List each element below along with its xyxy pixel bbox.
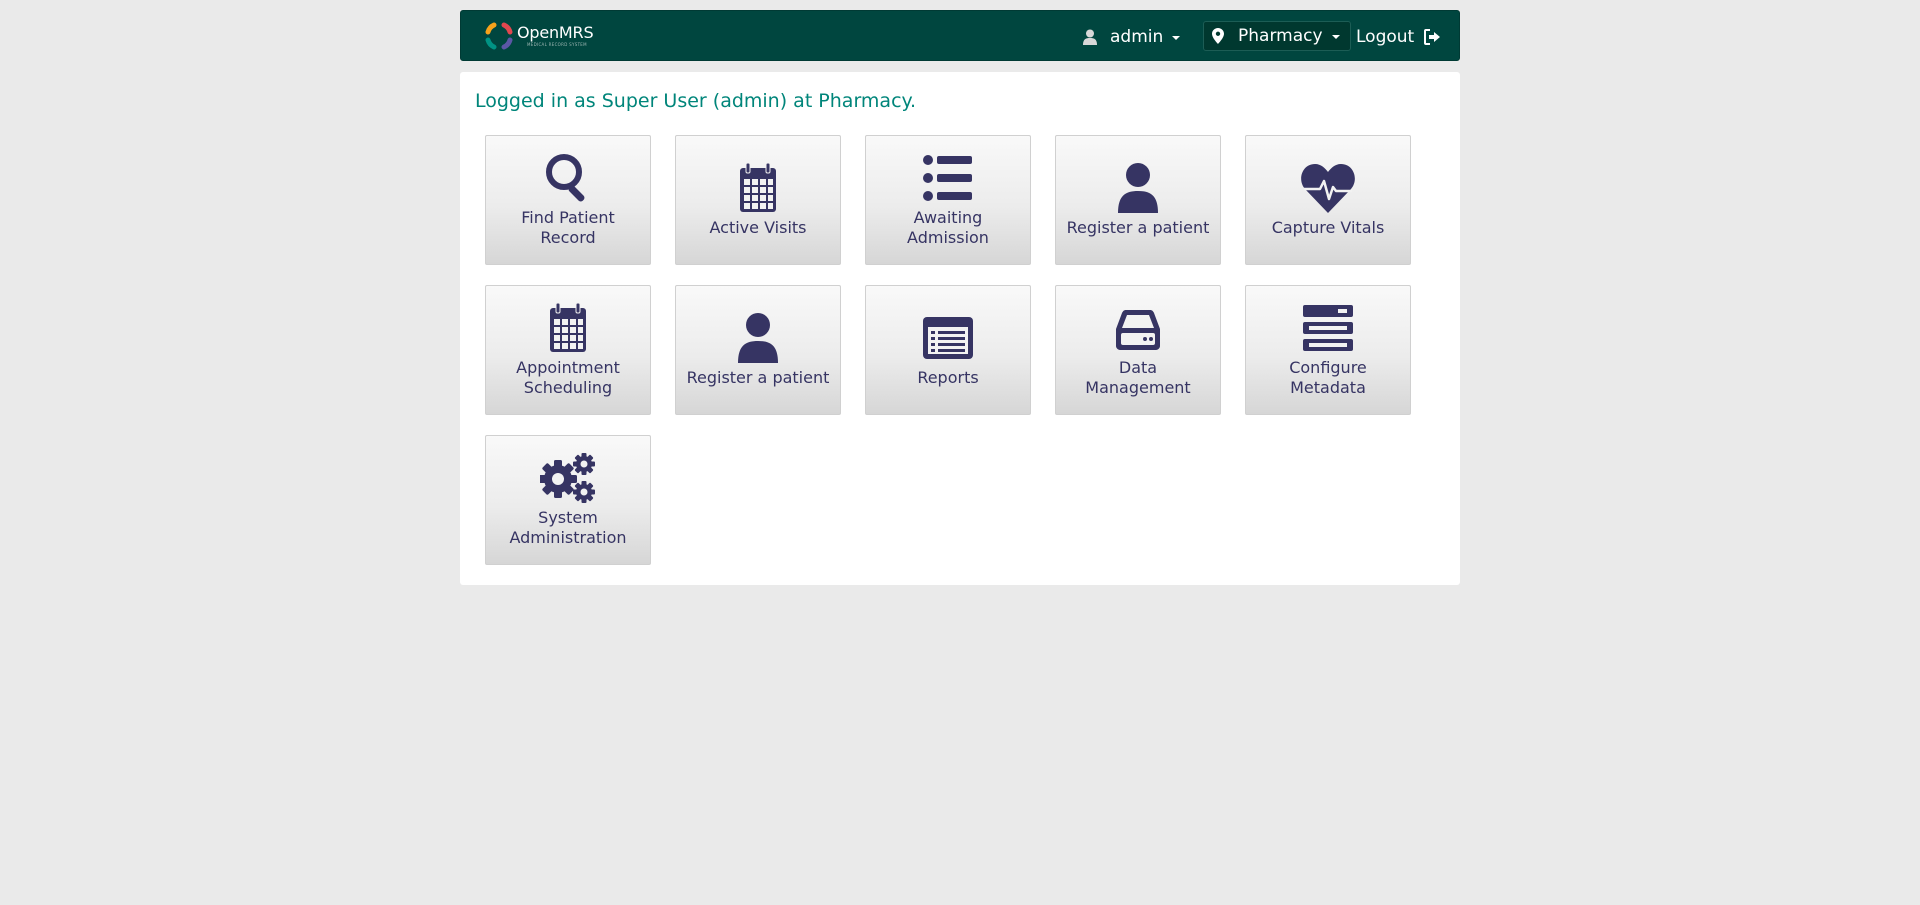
app-label: Awaiting Admission — [907, 208, 989, 247]
user-menu[interactable]: admin — [1083, 11, 1181, 62]
app-label: Data Management — [1085, 358, 1191, 397]
app-capture-vitals[interactable]: Capture Vitals — [1245, 135, 1411, 265]
gears-icon — [540, 453, 595, 503]
app-label: System Administration — [509, 508, 627, 547]
server-icon — [1303, 305, 1353, 351]
sign-out-icon — [1424, 28, 1441, 45]
app-register-patient[interactable]: Register a patient — [675, 285, 841, 415]
logout-label: Logout — [1356, 26, 1415, 47]
user-menu-label: admin — [1110, 26, 1164, 47]
chevron-down-icon — [1331, 35, 1340, 39]
search-icon — [546, 154, 585, 202]
logo-subtext: MEDICAL RECORD SYSTEM — [527, 42, 587, 47]
app-awaiting-admission[interactable]: Awaiting Admission — [865, 135, 1031, 265]
app-active-visits[interactable]: Active Visits — [675, 135, 841, 265]
logo-text: OpenMRS — [517, 23, 594, 42]
app-configure-metadata[interactable]: Configure Metadata — [1245, 285, 1411, 415]
home-content: Logged in as Super User (admin) at Pharm… — [460, 72, 1460, 585]
app-appointment-scheduling[interactable]: Appointment Scheduling — [485, 285, 651, 415]
chevron-down-icon — [1172, 35, 1181, 40]
welcome-message: Logged in as Super User (admin) at Pharm… — [475, 90, 917, 112]
user-icon — [1083, 29, 1097, 45]
top-header: OpenMRS MEDICAL RECORD SYSTEM admin Phar… — [460, 10, 1460, 61]
hard-drive-icon — [1116, 310, 1160, 350]
map-marker-icon — [1212, 28, 1224, 44]
calendar-icon — [550, 302, 586, 352]
list-icon — [923, 155, 972, 201]
app-system-administration[interactable]: System Administration — [485, 435, 651, 565]
app-label: Capture Vitals — [1271, 218, 1385, 237]
app-data-management[interactable]: Data Management — [1055, 285, 1221, 415]
calendar-icon — [740, 162, 776, 212]
app-label: Active Visits — [709, 218, 807, 237]
openmrs-logo[interactable]: OpenMRS MEDICAL RECORD SYSTEM — [485, 21, 594, 51]
report-list-icon — [923, 317, 973, 359]
app-reports[interactable]: Reports — [865, 285, 1031, 415]
user-icon — [1118, 163, 1158, 213]
location-selector[interactable]: Pharmacy — [1203, 21, 1351, 51]
app-label: Reports — [917, 368, 979, 387]
location-label: Pharmacy — [1238, 26, 1323, 46]
logout-link[interactable]: Logout — [1356, 11, 1441, 62]
app-register-patient[interactable]: Register a patient — [1055, 135, 1221, 265]
user-icon — [738, 313, 778, 363]
app-label: Find Patient Record — [521, 208, 615, 247]
openmrs-logo-mark-icon — [485, 22, 513, 50]
app-find-patient-record[interactable]: Find Patient Record — [485, 135, 651, 265]
app-label: Register a patient — [686, 368, 830, 387]
app-label: Appointment Scheduling — [516, 358, 620, 397]
app-label: Configure Metadata — [1289, 358, 1367, 397]
heartbeat-icon — [1301, 164, 1355, 213]
app-label: Register a patient — [1066, 218, 1210, 237]
